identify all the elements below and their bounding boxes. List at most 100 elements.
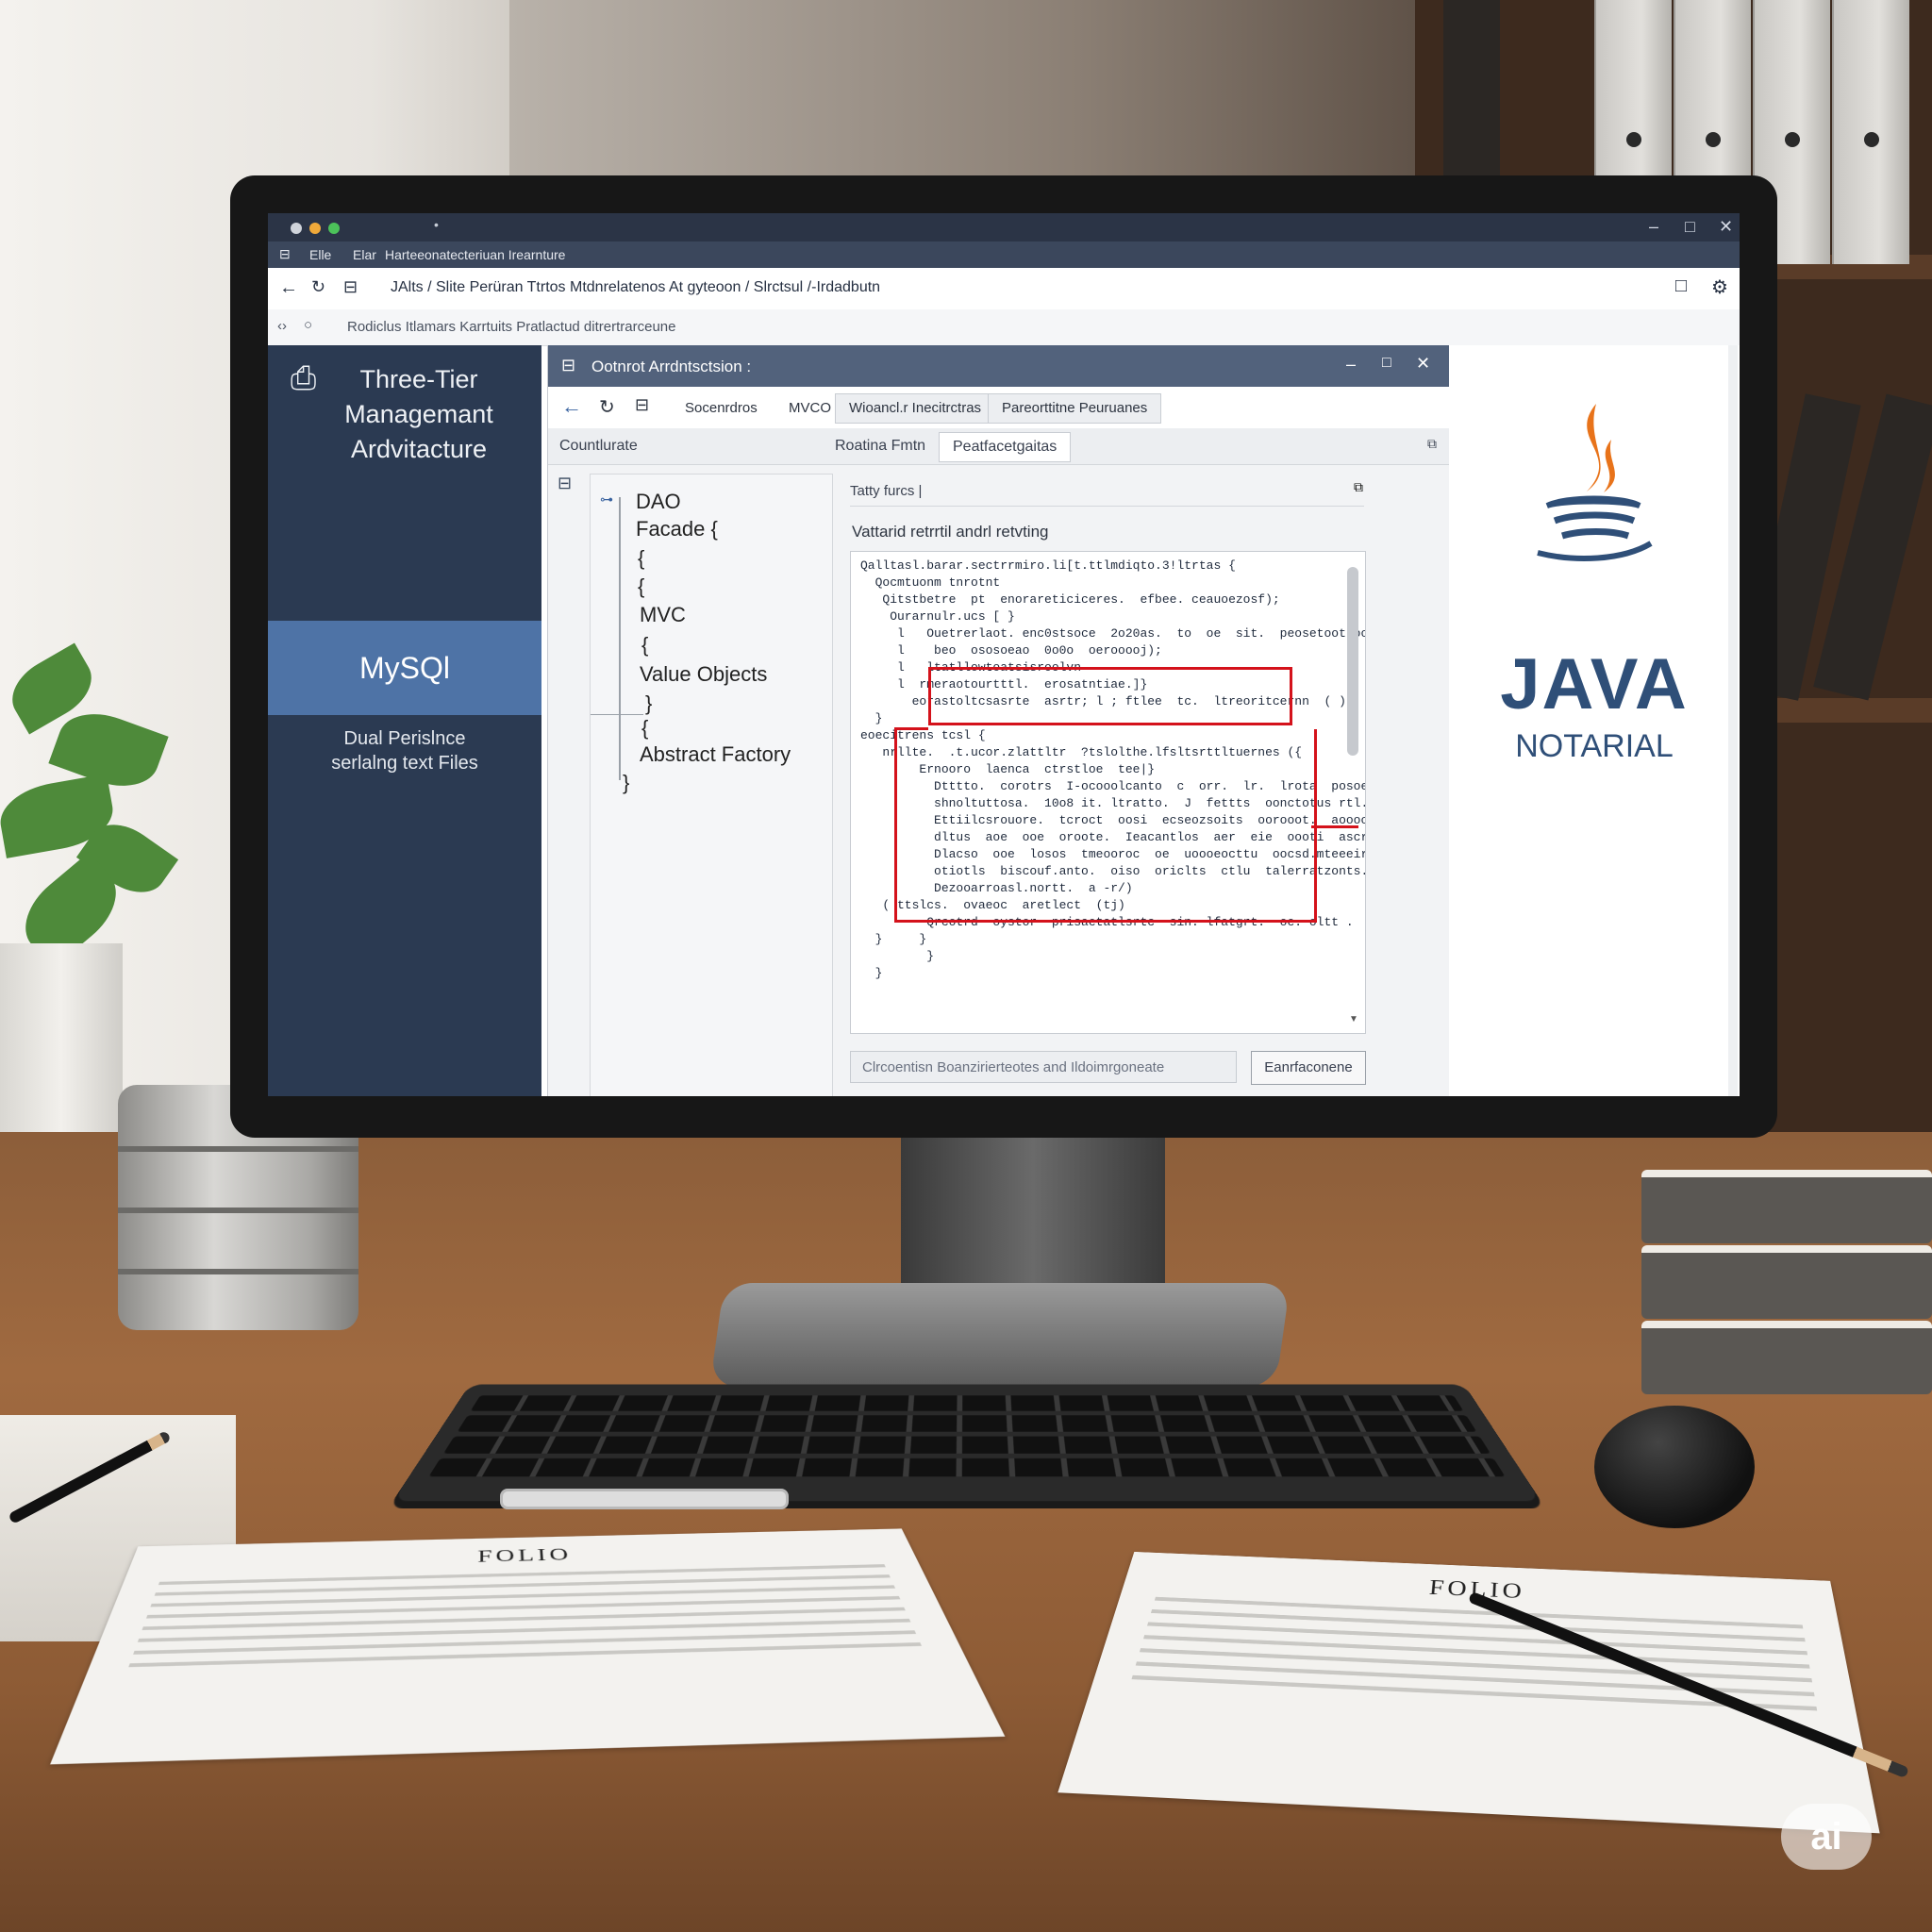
- sidebar: ⎙ Three-Tier Managemant Ardvitacture MyS…: [268, 345, 541, 1096]
- java-brand-panel: JAVA NOTARIAL: [1449, 345, 1740, 1096]
- text-line: [128, 1642, 923, 1668]
- book: [1641, 1170, 1932, 1243]
- book: [1641, 1321, 1932, 1394]
- close-dot-icon[interactable]: [291, 223, 302, 234]
- code-line: Qocmtuonm tnrotnt: [860, 575, 1001, 590]
- key-row: [428, 1457, 1506, 1477]
- tree-item[interactable]: MVC: [640, 603, 686, 627]
- bookmark-links[interactable]: Rodiclus Itlamars Karrtuits Pratlactud d…: [347, 319, 675, 335]
- monitor-stand-base: [709, 1283, 1291, 1387]
- search-input[interactable]: Clrcoentisn Boanzirierteotes and Ildoimr…: [850, 1051, 1237, 1083]
- menu-item-file[interactable]: Elle: [309, 247, 331, 262]
- text-line: [133, 1630, 917, 1655]
- tree-item[interactable]: DAO: [636, 490, 681, 514]
- pattern-tree: ⊶ DAO Facade { { { MVC { Value Objects }…: [590, 474, 833, 1096]
- clipboard-clip: [500, 1489, 789, 1509]
- circle-icon[interactable]: ○: [304, 317, 312, 333]
- code-editor[interactable]: Qalltasl.barar.sectrrmiro.li[t.ttlmdiqto…: [850, 551, 1366, 1034]
- tree-item[interactable]: Value Objects: [640, 662, 767, 687]
- storage-icon[interactable]: ⊟: [635, 395, 649, 415]
- subbar-active-tab[interactable]: Peatfacetgaitas: [939, 432, 1072, 462]
- minimize-icon[interactable]: –: [1649, 217, 1658, 237]
- refresh-icon[interactable]: ↻: [311, 277, 325, 297]
- menu-item-edit[interactable]: Elar: [353, 247, 376, 262]
- monitor-stand: [901, 1113, 1165, 1302]
- refresh-icon[interactable]: ↻: [599, 395, 615, 419]
- tab-scenarios[interactable]: Socenrdros: [671, 393, 772, 424]
- inner-toolbar: ← ↻ ⊟ Socenrdros MVCO Wioancl.r Inecitrc…: [548, 387, 1450, 429]
- action-button[interactable]: Eanrfaconene: [1251, 1051, 1366, 1085]
- tree-item: }: [623, 771, 630, 794]
- divider: [850, 506, 1364, 507]
- scroll-down-icon[interactable]: ▼: [1349, 1014, 1358, 1024]
- page-icon[interactable]: ⊟: [343, 277, 358, 297]
- code-icon[interactable]: ‹›: [277, 318, 287, 334]
- cylinder-ring: [118, 1208, 358, 1213]
- code-panel-label: Vattarid retrrtil andrl retvting: [852, 523, 1049, 541]
- minimize-icon[interactable]: –: [1346, 355, 1356, 375]
- back-arrow-icon[interactable]: ←: [279, 277, 298, 299]
- code-line: l Ouetrerlaot. enc0stsoce 2o20as. to oe …: [860, 626, 1366, 641]
- key-row: [470, 1395, 1464, 1411]
- back-arrow-icon[interactable]: ←: [561, 394, 582, 419]
- tab-patterns[interactable]: Pareorttitne Peuruanes: [988, 393, 1162, 424]
- maximize-icon[interactable]: □: [1382, 355, 1391, 372]
- tree-item: {: [641, 716, 649, 740]
- maximize-icon[interactable]: □: [1685, 217, 1695, 237]
- tree-item: {: [638, 546, 645, 570]
- code-line: Qitstbetre pt enorareticiceres. efbee. c…: [860, 592, 1280, 607]
- code-line: Qalltasl.barar.sectrrmiro.li[t.ttlmdiqto…: [860, 558, 1236, 573]
- subtitle-line: serlalng text Files: [331, 753, 478, 774]
- keyboard: [392, 1384, 1541, 1502]
- text-line: [137, 1618, 911, 1642]
- sidebar-item-mysql[interactable]: MySQl: [268, 621, 541, 715]
- subbar-label: Countlurate: [559, 438, 638, 454]
- highlight-box: [894, 727, 928, 730]
- code-line: }: [860, 966, 883, 980]
- sidebar-subtitle: Dual Perislnce serlalng text Files: [287, 726, 523, 775]
- inner-window-title: Ootnrot Arrdntsctsion :: [591, 358, 752, 375]
- code-line: Ourarnulr.ucs [ }: [860, 609, 1015, 624]
- expand-icon[interactable]: ⧉: [1427, 436, 1437, 452]
- close-icon[interactable]: ✕: [1719, 217, 1733, 237]
- code-line: }: [860, 949, 935, 963]
- code-line: } }: [860, 932, 927, 946]
- tree-connector: [591, 714, 643, 715]
- scrollbar[interactable]: [1347, 567, 1358, 756]
- text-line: [145, 1595, 901, 1619]
- tree-item[interactable]: Abstract Factory: [640, 742, 791, 767]
- tree-item[interactable]: Facade {: [636, 517, 718, 541]
- scrollbar[interactable]: [1728, 345, 1738, 1096]
- subbar-tab[interactable]: Roatina Fmtn: [835, 438, 925, 455]
- book-stack: [1641, 1170, 1932, 1406]
- bookmarks-bar: ‹› ○ Rodiclus Itlamars Karrtuits Pratlac…: [268, 309, 1740, 346]
- tab-interfaces[interactable]: Wioancl.r Inecitrctras: [835, 393, 996, 424]
- text-line: [142, 1607, 906, 1631]
- text-line: [150, 1585, 896, 1607]
- key-row: [442, 1436, 1491, 1454]
- gear-icon[interactable]: ⚙: [1711, 275, 1728, 299]
- menu-app-icon[interactable]: ⊟: [279, 246, 291, 262]
- tree-item: {: [638, 575, 645, 598]
- panel-toggle-icon[interactable]: ⊟: [558, 474, 572, 493]
- mouse: [1594, 1406, 1755, 1528]
- highlight-box: [1311, 825, 1358, 828]
- key-row: [457, 1415, 1477, 1432]
- tab-indicator[interactable]: •: [434, 217, 439, 232]
- minimize-dot-icon[interactable]: [309, 223, 321, 234]
- architecture-window: ⊟ Ootnrot Arrdntsctsion : – □ ✕ ← ↻ ⊟ So…: [547, 345, 1450, 1096]
- key-icon: ⊶: [600, 491, 613, 507]
- breadcrumb-path[interactable]: JAlts / Slite Perüran Ttrtos Mtdnrelaten…: [391, 279, 880, 296]
- book: [1641, 1245, 1932, 1319]
- code-line: l beo ososoeao 0o0o oerooooj);: [860, 643, 1162, 658]
- close-icon[interactable]: ✕: [1416, 354, 1430, 374]
- maximize-dot-icon[interactable]: [328, 223, 340, 234]
- tree-item: {: [641, 633, 649, 657]
- window-icon: ⊟: [561, 356, 576, 375]
- folio-document-right: FOLIO: [1058, 1551, 1880, 1834]
- expand-icon[interactable]: ⧉: [1354, 479, 1363, 495]
- cylinder-ring: [118, 1269, 358, 1274]
- window-toggle-icon[interactable]: □: [1675, 275, 1687, 297]
- monitor-screen: • – □ ✕ ⊟ Elle Elar Harteeonatecteriuan …: [268, 213, 1740, 1096]
- java-subtitle: NOTARIAL: [1515, 728, 1674, 764]
